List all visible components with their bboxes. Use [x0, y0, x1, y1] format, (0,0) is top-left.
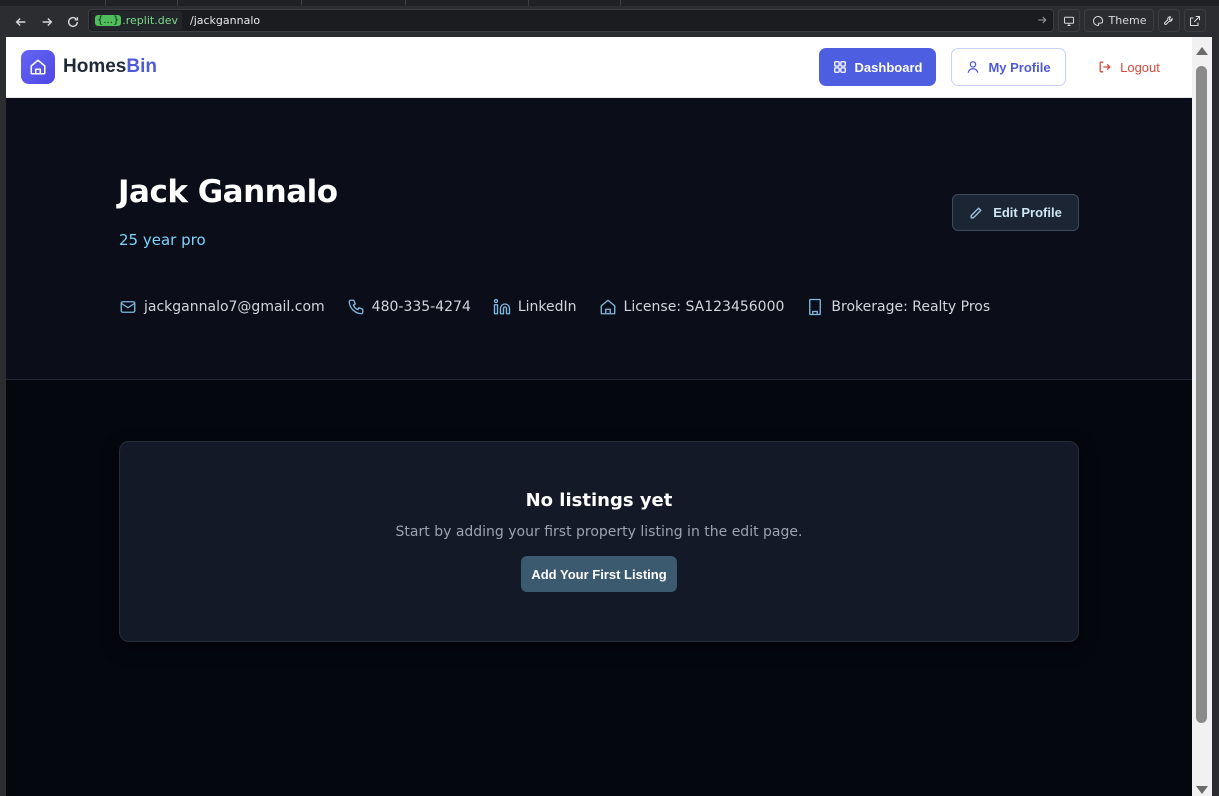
- empty-listings-title: No listings yet: [525, 490, 673, 511]
- logout-label: Logout: [1120, 59, 1160, 75]
- back-button[interactable]: [8, 9, 34, 35]
- listings-section: No listings yet Start by adding your fir…: [6, 380, 1192, 796]
- edit-profile-button[interactable]: Edit Profile: [952, 194, 1079, 231]
- address-bar[interactable]: {...} .replit.dev /jackgannalo: [88, 9, 1054, 32]
- window-right-edge: [1212, 37, 1219, 796]
- domain-chip: {...} .replit.dev: [91, 11, 182, 30]
- logout-icon: [1099, 61, 1111, 73]
- profile-header: Jack Gannalo 25 year pro Edit Profile ja…: [6, 98, 1192, 380]
- forward-button[interactable]: [34, 9, 60, 35]
- contact-phone-text: 480-335-4274: [371, 299, 471, 315]
- site-navbar: HomesBin Dashboard My Profile Logout: [6, 37, 1192, 98]
- dashboard-button[interactable]: Dashboard: [819, 48, 936, 86]
- open-new-tab-button[interactable]: [1184, 9, 1206, 32]
- brand-part-homes: Homes: [63, 56, 127, 77]
- contact-linkedin-text: LinkedIn: [517, 299, 577, 315]
- empty-listings-card: No listings yet Start by adding your fir…: [119, 441, 1079, 642]
- nav-actions: Dashboard My Profile Logout: [819, 48, 1177, 86]
- wrench-icon: [1164, 15, 1173, 25]
- theme-label: Theme: [1108, 14, 1147, 27]
- user-icon: [967, 61, 979, 73]
- browser-toolbar: {...} .replit.dev /jackgannalo Theme: [0, 6, 1219, 37]
- devtools-button[interactable]: [1158, 9, 1180, 32]
- arrow-right-icon: [42, 17, 53, 26]
- arrow-left-icon: [15, 17, 26, 26]
- contact-email-text: jackgannalo7@gmail.com: [144, 299, 325, 315]
- pencil-icon: [970, 207, 982, 218]
- scroll-down-arrow-icon[interactable]: [1196, 786, 1208, 794]
- contact-phone[interactable]: 480-335-4274: [347, 298, 471, 316]
- logout-button[interactable]: Logout: [1081, 48, 1177, 86]
- linkedin-icon: [493, 298, 511, 315]
- contact-linkedin[interactable]: LinkedIn: [493, 298, 577, 316]
- my-profile-button[interactable]: My Profile: [951, 48, 1066, 86]
- monitor-icon: [1063, 16, 1075, 26]
- contact-list: jackgannalo7@gmail.com 480-335-4274 Link…: [119, 298, 990, 316]
- brand-part-bin: Bin: [126, 56, 157, 77]
- mail-icon: [120, 301, 136, 313]
- grid-icon: [833, 61, 846, 73]
- logo[interactable]: [21, 50, 55, 84]
- edit-profile-label: Edit Profile: [993, 205, 1062, 220]
- url-path: /jackgannalo: [189, 14, 261, 27]
- page-scrollbar[interactable]: [1192, 37, 1212, 796]
- contact-brokerage-text: Brokerage: Realty Pros: [831, 299, 991, 315]
- contact-email[interactable]: jackgannalo7@gmail.com: [119, 298, 325, 316]
- add-first-listing-button[interactable]: Add Your First Listing: [521, 556, 677, 592]
- empty-listings-subtitle: Start by adding your first property list…: [395, 524, 803, 540]
- reload-icon: [67, 16, 79, 27]
- domain-host: .replit.dev: [122, 14, 178, 27]
- my-profile-label: My Profile: [988, 59, 1051, 75]
- device-preview-button[interactable]: [1058, 9, 1080, 32]
- palette-icon: [1092, 15, 1103, 26]
- home-icon: [600, 299, 615, 315]
- reload-button[interactable]: [60, 9, 86, 35]
- building-icon: [809, 298, 822, 316]
- go-arrow-icon[interactable]: [1036, 14, 1048, 26]
- contact-brokerage: Brokerage: Realty Pros: [806, 298, 990, 316]
- contact-license-text: License: SA123456000: [623, 299, 785, 315]
- scroll-up-arrow-icon[interactable]: [1196, 47, 1208, 55]
- theme-button[interactable]: Theme: [1084, 9, 1154, 32]
- dashboard-label: Dashboard: [854, 59, 923, 75]
- scroll-thumb[interactable]: [1196, 66, 1207, 723]
- domain-badge: {...}: [95, 15, 122, 26]
- contact-license: License: SA123456000: [599, 298, 785, 316]
- external-link-icon: [1189, 15, 1201, 26]
- page-viewport: HomesBin Dashboard My Profile Logout Jac…: [6, 37, 1192, 796]
- phone-icon: [348, 299, 364, 315]
- profile-name: Jack Gannalo: [118, 174, 338, 210]
- home-icon: [30, 59, 46, 75]
- profile-tagline: 25 year pro: [119, 231, 206, 249]
- brand-name[interactable]: HomesBin: [63, 56, 157, 78]
